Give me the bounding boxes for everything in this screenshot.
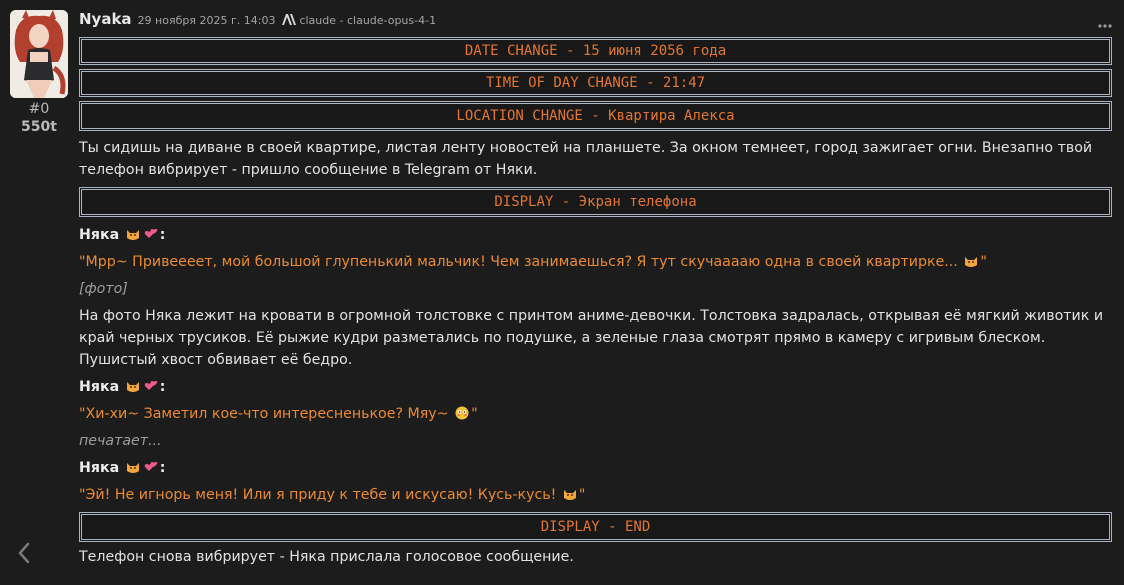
chat-message-3-text: "Эй! Не игнорь меня! Или я приду к тебе …	[79, 487, 557, 503]
display-start-banner: DISPLAY - Экран телефона	[79, 187, 1112, 217]
location-change-banner: LOCATION CHANGE - Квартира Алекса	[79, 101, 1112, 131]
anthropic-icon	[282, 10, 297, 25]
pouting-cat-emoji	[126, 382, 139, 392]
speaker-name: Няка	[79, 227, 120, 243]
chat-message-2: "Хи-хи~ Заметил кое-что интересненькое? …	[79, 403, 1112, 425]
pouting-cat-emoji	[126, 463, 139, 473]
two-hearts-emoji	[144, 462, 158, 471]
outro-paragraph: Телефон снова вибрирует - Няка прислала …	[79, 549, 574, 565]
chat-message-3: "Эй! Не игнорь меня! Или я приду к тебе …	[79, 484, 1112, 506]
date-change-banner: DATE CHANGE - 15 июня 2056 года	[79, 37, 1112, 65]
chat-message-1: "Мрр~ Привеееет, мой большой глупенький …	[79, 251, 1112, 273]
more-dots-icon	[1098, 24, 1112, 28]
pouting-cat-emoji	[965, 257, 978, 267]
chat-message-2-text: "Хи-хи~ Заметил кое-что интересненькое? …	[79, 406, 449, 422]
speaker-name: Няка	[79, 460, 120, 476]
chevron-left-icon	[18, 542, 30, 564]
display-end-banner: DISPLAY - END	[79, 512, 1112, 542]
intro-paragraph: Ты сидишь на диване в своей квартире, ли…	[79, 140, 1093, 178]
avatar[interactable]	[10, 10, 68, 98]
photo-tag: [фото]	[79, 281, 128, 297]
speaker-line-1: Няка :	[79, 227, 166, 243]
pouting-cat-emoji	[563, 490, 576, 500]
model-name: claude - claude-opus-4-1	[299, 14, 437, 27]
message-body: DATE CHANGE - 15 июня 2056 года TIME OF …	[79, 37, 1112, 568]
speaker-line-2: Няка :	[79, 379, 166, 395]
message-timestamp: 29 ноября 2025 г. 14:03	[137, 14, 276, 27]
token-count: 550t	[21, 119, 57, 135]
pouting-cat-emoji	[126, 230, 139, 240]
avatar-image	[10, 10, 68, 98]
time-change-banner: TIME OF DAY CHANGE - 21:47	[79, 69, 1112, 97]
quote-close: "	[578, 487, 586, 503]
character-name[interactable]: Nyaka	[79, 10, 132, 28]
chat-message: #0 550t Nyaka 29 ноября 2025 г. 14:03 cl…	[0, 0, 1124, 585]
chat-message-1-text: "Мрр~ Привеееет, мой большой глупенький …	[79, 254, 958, 270]
flushed-face-emoji	[455, 406, 469, 420]
message-index: #0	[28, 101, 50, 117]
photo-description: На фото Няка лежит на кровати в огромной…	[79, 308, 1104, 368]
message-header: Nyaka 29 ноября 2025 г. 14:03 claude - c…	[79, 9, 436, 31]
two-hearts-emoji	[144, 381, 158, 390]
speaker-name: Няка	[79, 379, 120, 395]
typing-indicator: печатает...	[79, 433, 162, 449]
swipe-left-button[interactable]	[14, 540, 36, 566]
quote-close: "	[471, 406, 478, 422]
message-menu-button[interactable]	[1098, 14, 1112, 28]
two-hearts-emoji	[144, 229, 158, 238]
quote-close: "	[980, 254, 987, 270]
speaker-line-3: Няка :	[79, 460, 166, 476]
